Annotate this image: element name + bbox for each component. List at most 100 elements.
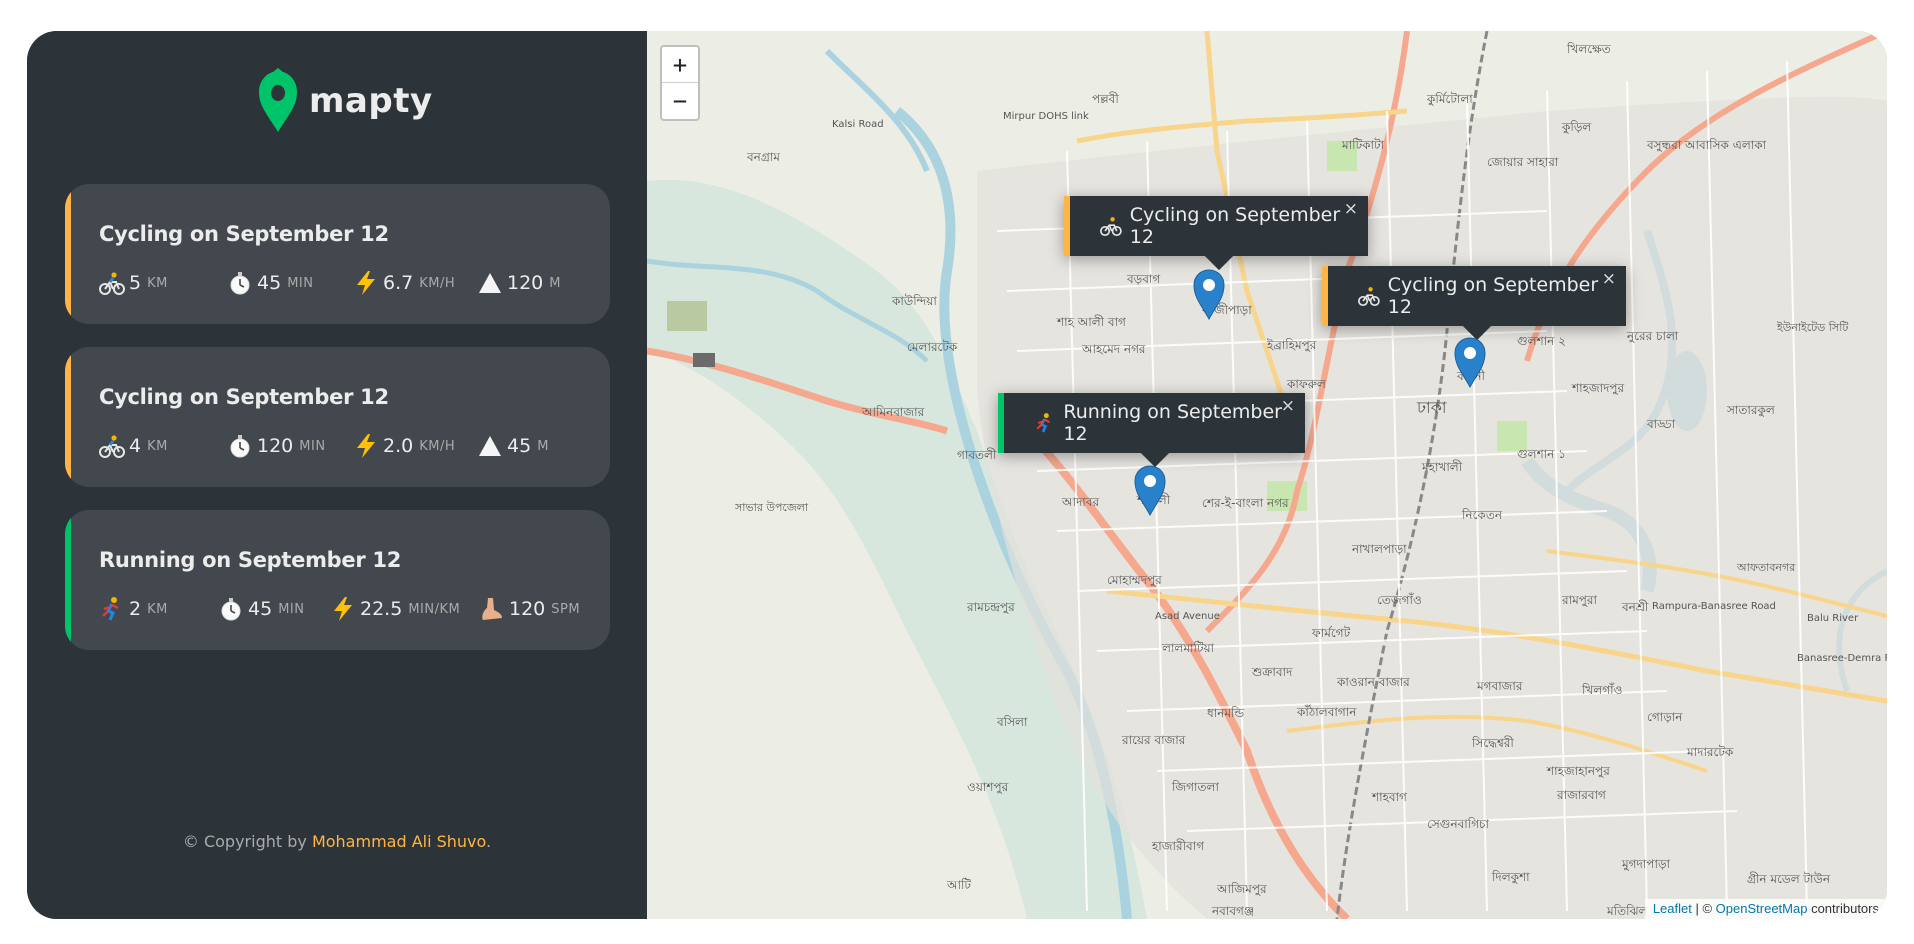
map-label: Asad Avenue (1155, 611, 1220, 622)
attribution-suffix: contributors (1807, 901, 1879, 916)
workout-value: 120 (507, 272, 544, 294)
lightning-icon (357, 434, 375, 458)
map[interactable]: খিলক্ষেত পল্লবী কুর্মিটোলা মাটিকাটা বনগ্… (647, 31, 1887, 919)
workout-value: 2.0 (383, 435, 414, 457)
map-label: মহাখালী (1421, 460, 1463, 474)
workout-unit: km (147, 275, 168, 291)
map-label: বড়বাগ (1126, 272, 1161, 286)
workout-title: Cycling on September 12 (99, 385, 389, 409)
workout-card[interactable]: Cycling on September 12 4 km 120 min 2.0 km… (65, 347, 610, 487)
lightning-icon (357, 271, 375, 295)
map-label: হাজারীবাগ (1151, 839, 1205, 853)
map-label: মোহাম্মদপুর (1107, 573, 1162, 588)
workout-duration: 45 min (218, 596, 330, 622)
map-label: শাহবাগ (1371, 790, 1408, 804)
workout-value: 2 (129, 598, 142, 620)
map-label: গোড়ান (1647, 710, 1683, 724)
map-label: কাউন্দিয়া (891, 294, 937, 308)
map-label: মাটিকাটা (1341, 138, 1385, 152)
map-label: মেলারটেক (907, 340, 958, 354)
workout-list: Cycling on September 12 5 km 45 min 6.7 km/… (65, 184, 610, 673)
workout-distance: 4 km (99, 433, 227, 459)
workout-accent-bar (65, 347, 71, 487)
workout-popup[interactable]: Cycling on September 12 × (1322, 266, 1626, 341)
road-shield (693, 353, 715, 367)
workout-unit: km/h (419, 275, 456, 291)
map-label: নিকেতন (1461, 508, 1503, 522)
map-label: বসুন্ধরা আবাসিক এলাকা (1646, 138, 1767, 153)
workout-elevation: 45 m (477, 433, 549, 459)
stopwatch-icon (230, 272, 250, 295)
popup-close-button[interactable]: × (1602, 269, 1616, 289)
workout-value: 45 (248, 598, 273, 620)
map-label: নবাবগঞ্জ (1211, 904, 1254, 918)
map-label: খিলগাঁও (1581, 682, 1622, 697)
map-label: Kalsi Road (832, 119, 884, 130)
map-label: সিদ্ধেশ্বরী (1471, 736, 1514, 750)
map-label: আহমেদ নগর (1081, 342, 1146, 356)
leaflet-link[interactable]: Leaflet (1653, 901, 1692, 916)
attribution-separator: | © (1691, 901, 1716, 916)
workout-unit: min (278, 601, 305, 617)
map-marker-icon[interactable] (1192, 268, 1226, 320)
workout-accent-bar (65, 510, 71, 650)
map-label: ফার্মগেট (1311, 626, 1351, 640)
workout-title: Running on September 12 (99, 548, 402, 572)
map-label: কুড়িল (1561, 120, 1592, 135)
brand-name: mapty (309, 81, 433, 121)
workout-speed: 2.0 km/h (353, 433, 477, 459)
zoom-out-button[interactable]: − (662, 83, 698, 119)
map-label: সাতারকুল (1726, 403, 1776, 418)
workout-value: 6.7 (383, 272, 414, 294)
map-label: কুর্মিটোলা (1426, 92, 1473, 107)
copyright-suffix: . (486, 832, 492, 851)
map-marker-icon[interactable] (1453, 336, 1487, 388)
map-label: সাভার উপজেলা (734, 501, 809, 514)
map-pin-logo-icon (259, 68, 297, 132)
workout-unit: km (147, 438, 168, 454)
workout-card[interactable]: Cycling on September 12 5 km 45 min 6.7 km/… (65, 184, 610, 324)
map-label: গাবতলী (957, 448, 997, 462)
workout-popup[interactable]: Cycling on September 12 × (1064, 196, 1368, 271)
map-label: লালমাটিয়া (1161, 641, 1215, 655)
map-label: কাফরুল (1286, 377, 1327, 391)
openstreetmap-link[interactable]: OpenStreetMap (1716, 901, 1808, 916)
map-marker-icon[interactable] (1133, 464, 1167, 516)
workout-value: 22.5 (360, 598, 403, 620)
map-label: মাদারটেক (1686, 745, 1734, 759)
workout-pace: 22.5 min/km (330, 596, 479, 622)
author-link[interactable]: Mohammad Ali Shuvo (312, 832, 486, 851)
map-label: কাওরান বাজার (1336, 675, 1410, 689)
map-label: জিগাতলা (1171, 780, 1219, 794)
workout-value: 45 (257, 272, 282, 294)
stopwatch-icon (230, 435, 250, 458)
workout-elevation: 120 m (477, 270, 561, 296)
map-label: মতিঝিল (1606, 904, 1649, 918)
workout-unit: min (287, 275, 314, 291)
workout-distance: 5 km (99, 270, 227, 296)
popup-label: Cycling on September 12 (1129, 204, 1341, 248)
map-label: ইউনাইটেড সিটি (1776, 321, 1849, 334)
map-label: শাহজাহানপুর (1546, 764, 1610, 779)
map-label: ইব্রাহিমপুর (1266, 338, 1317, 353)
workout-value: 4 (129, 435, 142, 457)
copyright-prefix: © Copyright by (182, 832, 312, 851)
map-tiles[interactable]: খিলক্ষেত পল্লবী কুর্মিটোলা মাটিকাটা বনগ্… (647, 31, 1887, 919)
workout-value: 5 (129, 272, 142, 294)
map-label: আফতাবনগর (1736, 561, 1796, 574)
sidebar: mapty Cycling on September 12 5 km 45 min (27, 31, 647, 919)
mountain-icon (479, 436, 501, 456)
workout-popup[interactable]: Running on September 12 × (998, 393, 1305, 468)
popup-close-button[interactable]: × (1281, 396, 1295, 416)
zoom-in-button[interactable]: + (662, 47, 698, 83)
popup-close-button[interactable]: × (1344, 199, 1358, 219)
map-label: বনশ্রী (1621, 599, 1649, 614)
workout-unit: m (537, 438, 549, 454)
stopwatch-icon (221, 598, 241, 621)
copyright: © Copyright by Mohammad Ali Shuvo. (27, 832, 647, 851)
workout-unit: km (147, 601, 168, 617)
logo: mapty (257, 68, 433, 134)
workout-unit: min/km (408, 601, 461, 617)
workout-card[interactable]: Running on September 12 2 km 45 min 22.5 mi… (65, 510, 610, 650)
popup-label: Running on September 12 (1063, 401, 1282, 445)
